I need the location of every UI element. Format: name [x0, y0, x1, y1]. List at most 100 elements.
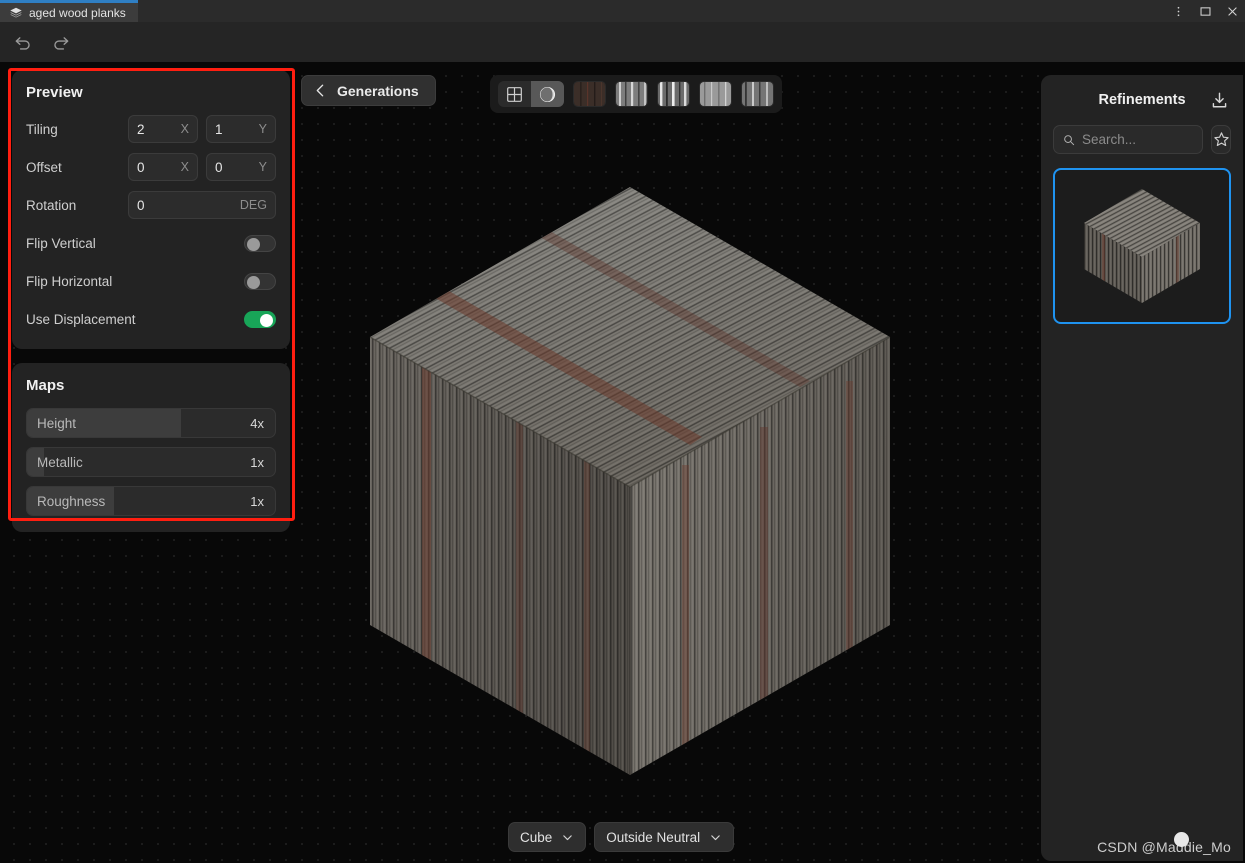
- thumbnail-basecolor-image: [574, 82, 605, 106]
- redo-button[interactable]: [48, 29, 74, 55]
- map-value-roughness: 1x: [250, 493, 264, 509]
- preview-panel: Preview Tiling 2 X 1 Y Offset 0 X 0 Y Ro…: [12, 70, 290, 349]
- map-label-height: Height: [37, 415, 77, 431]
- title-bar: aged wood planks: [0, 0, 1245, 22]
- flip-horizontal-row: Flip Horizontal: [26, 267, 276, 295]
- refinements-header: Refinements: [1053, 89, 1231, 111]
- app-toolbar: [0, 22, 1245, 62]
- rotation-input[interactable]: 0 DEG: [128, 191, 276, 219]
- refinements-panel: Refinements: [1041, 75, 1243, 861]
- thumbnail-roughness[interactable]: [699, 81, 732, 107]
- flip-horizontal-toggle[interactable]: [244, 272, 276, 290]
- tiling-label: Tiling: [26, 121, 58, 137]
- download-icon[interactable]: [1210, 91, 1229, 110]
- thumbnail-normal-image: [616, 82, 647, 106]
- generations-button[interactable]: Generations: [301, 75, 436, 106]
- document-tab[interactable]: aged wood planks: [0, 0, 138, 22]
- rotation-row: Rotation 0 DEG: [26, 191, 276, 219]
- thumbnail-normal[interactable]: [615, 81, 648, 107]
- refinement-thumbnail: [1084, 189, 1200, 303]
- viewport-bottom-bar: Cube Outside Neutral: [508, 822, 735, 852]
- thumbnail-metallic-image: [742, 82, 773, 106]
- watermark-text: CSDN @Maddie_Mo: [1097, 839, 1231, 855]
- maps-panel-title: Maps: [26, 377, 65, 394]
- refinement-card[interactable]: [1053, 168, 1231, 324]
- rotation-label: Rotation: [26, 197, 77, 213]
- map-label-roughness: Roughness: [37, 493, 106, 509]
- toggle-knob: [260, 313, 273, 327]
- map-slider-roughness[interactable]: Roughness 1x: [26, 486, 276, 516]
- environment-dropdown[interactable]: Outside Neutral: [594, 822, 735, 852]
- redo-icon: [54, 37, 69, 50]
- map-slider-metallic[interactable]: Metallic 1x: [26, 447, 276, 477]
- flip-vertical-toggle[interactable]: [244, 234, 276, 252]
- thumbnail-height-image: [658, 82, 689, 106]
- flip-horizontal-label: Flip Horizontal: [26, 273, 113, 289]
- offset-x-input[interactable]: 0 X: [128, 153, 198, 181]
- refinements-search-row: [1053, 125, 1231, 154]
- shape-dropdown-value: Cube: [520, 829, 553, 845]
- cube-render: [369, 187, 891, 775]
- toggle-knob: [247, 237, 260, 251]
- grid-icon: [507, 86, 522, 102]
- view-mode-segment: [498, 81, 564, 107]
- tiling-x-input[interactable]: 2 X: [128, 115, 198, 143]
- map-value-metallic: 1x: [250, 454, 264, 470]
- offset-x-value: 0: [137, 159, 145, 175]
- thumbnail-basecolor[interactable]: [573, 81, 606, 107]
- search-input[interactable]: [1081, 132, 1194, 147]
- rotation-unit: DEG: [239, 198, 267, 212]
- map-label-metallic: Metallic: [37, 454, 83, 470]
- preview-panel-title: Preview: [26, 84, 83, 101]
- tiling-y-input[interactable]: 1 Y: [206, 115, 276, 143]
- tiling-row: Tiling 2 X 1 Y: [26, 115, 276, 143]
- sphere-icon: [539, 86, 556, 102]
- undo-button[interactable]: [10, 29, 36, 55]
- grid-view-toggle[interactable]: [498, 81, 531, 107]
- thumbnail-metallic[interactable]: [741, 81, 774, 107]
- offset-y-unit: Y: [258, 160, 267, 174]
- map-slider-height[interactable]: Height 4x: [26, 408, 276, 438]
- flip-vertical-row: Flip Vertical: [26, 229, 276, 257]
- tiling-y-unit: Y: [258, 122, 267, 136]
- undo-icon: [15, 37, 30, 50]
- offset-label: Offset: [26, 159, 62, 175]
- thumbnail-height[interactable]: [657, 81, 690, 107]
- search-icon: [1064, 134, 1075, 145]
- offset-y-input[interactable]: 0 Y: [206, 153, 276, 181]
- thumbnail-roughness-image: [700, 82, 731, 106]
- app-window: aged wood planks Preview Tiling 2 X 1 Y …: [0, 0, 1245, 863]
- map-value-height: 4x: [250, 415, 264, 431]
- use-displacement-toggle[interactable]: [244, 310, 276, 328]
- shape-dropdown[interactable]: Cube: [508, 822, 587, 852]
- chevron-down-icon: [711, 834, 720, 840]
- flip-vertical-label: Flip Vertical: [26, 235, 96, 251]
- layers-stack-icon: [10, 7, 22, 18]
- refinements-title: Refinements: [1098, 92, 1186, 108]
- material-preview-cube[interactable]: [330, 165, 930, 805]
- offset-y-value: 0: [215, 159, 223, 175]
- chevron-down-icon: [563, 834, 573, 840]
- environment-dropdown-value: Outside Neutral: [606, 829, 701, 845]
- maximize-square-icon[interactable]: [1199, 5, 1212, 18]
- toggle-knob: [247, 275, 260, 289]
- rotation-value: 0: [137, 197, 145, 213]
- search-field-wrapper[interactable]: [1053, 125, 1204, 154]
- offset-x-unit: X: [180, 160, 189, 174]
- generations-label: Generations: [337, 82, 419, 99]
- maps-panel: Maps Height 4x Metallic 1x Roughness 1x: [12, 363, 290, 532]
- use-displacement-label: Use Displacement: [26, 311, 136, 327]
- tiling-y-value: 1: [215, 121, 223, 137]
- close-x-icon[interactable]: [1226, 5, 1239, 18]
- vertical-dots-icon[interactable]: [1172, 5, 1185, 18]
- tab-title: aged wood planks: [29, 5, 126, 20]
- material-sphere-toggle[interactable]: [531, 81, 564, 107]
- tiling-x-value: 2: [137, 121, 145, 137]
- left-sidebar: Preview Tiling 2 X 1 Y Offset 0 X 0 Y Ro…: [12, 70, 290, 532]
- chevron-left-icon: [316, 84, 324, 97]
- mouse-cursor: [1174, 832, 1189, 847]
- tiling-x-unit: X: [180, 122, 189, 136]
- view-mode-bar: [490, 75, 782, 113]
- star-icon: [1213, 132, 1229, 147]
- favorites-button[interactable]: [1211, 125, 1231, 154]
